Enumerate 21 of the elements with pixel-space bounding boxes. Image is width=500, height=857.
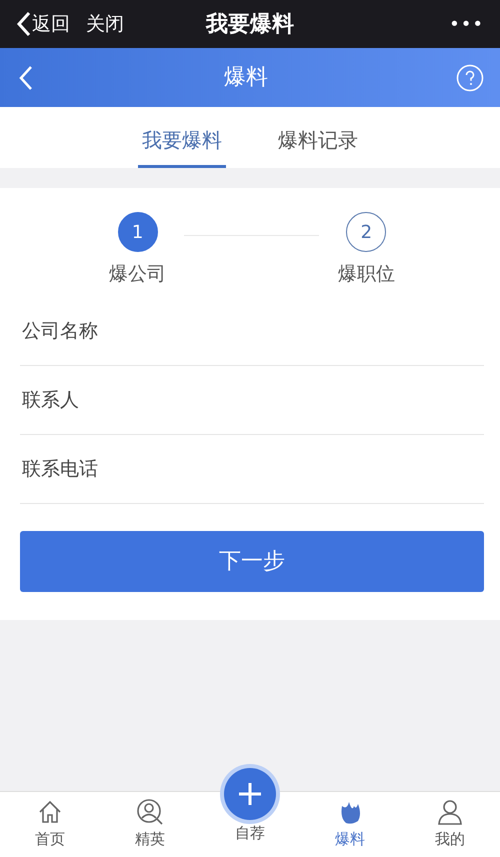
step-label: 爆职位 — [338, 262, 395, 287]
window-title: 我要爆料 — [206, 10, 294, 38]
tab[interactable]: 爆料记录 — [274, 113, 362, 168]
back-icon — [16, 11, 32, 37]
close-button[interactable]: 关闭 — [86, 10, 124, 38]
page-title: 爆料 — [224, 64, 268, 92]
tab[interactable]: 我要爆料 — [138, 113, 226, 168]
step-circle: 2 — [346, 212, 386, 252]
tab-bar-item[interactable]: 自荐 — [200, 764, 300, 857]
step-circle: 1 — [118, 212, 158, 252]
person-search-icon — [136, 798, 164, 826]
next-button[interactable]: 下一步 — [20, 530, 484, 592]
more-button[interactable]: ••• — [449, 10, 484, 38]
help-icon[interactable] — [456, 64, 484, 92]
back-button[interactable]: 返回 — [16, 10, 70, 38]
person-icon — [436, 798, 464, 826]
tab-bar-item[interactable]: 爆料 — [300, 792, 400, 857]
step-label: 爆公司 — [109, 262, 166, 287]
tab-bar-item[interactable]: 首页 — [0, 792, 100, 857]
tab-bar-item[interactable]: 精英 — [100, 792, 200, 857]
tab-bar-item[interactable]: 我的 — [400, 792, 500, 857]
